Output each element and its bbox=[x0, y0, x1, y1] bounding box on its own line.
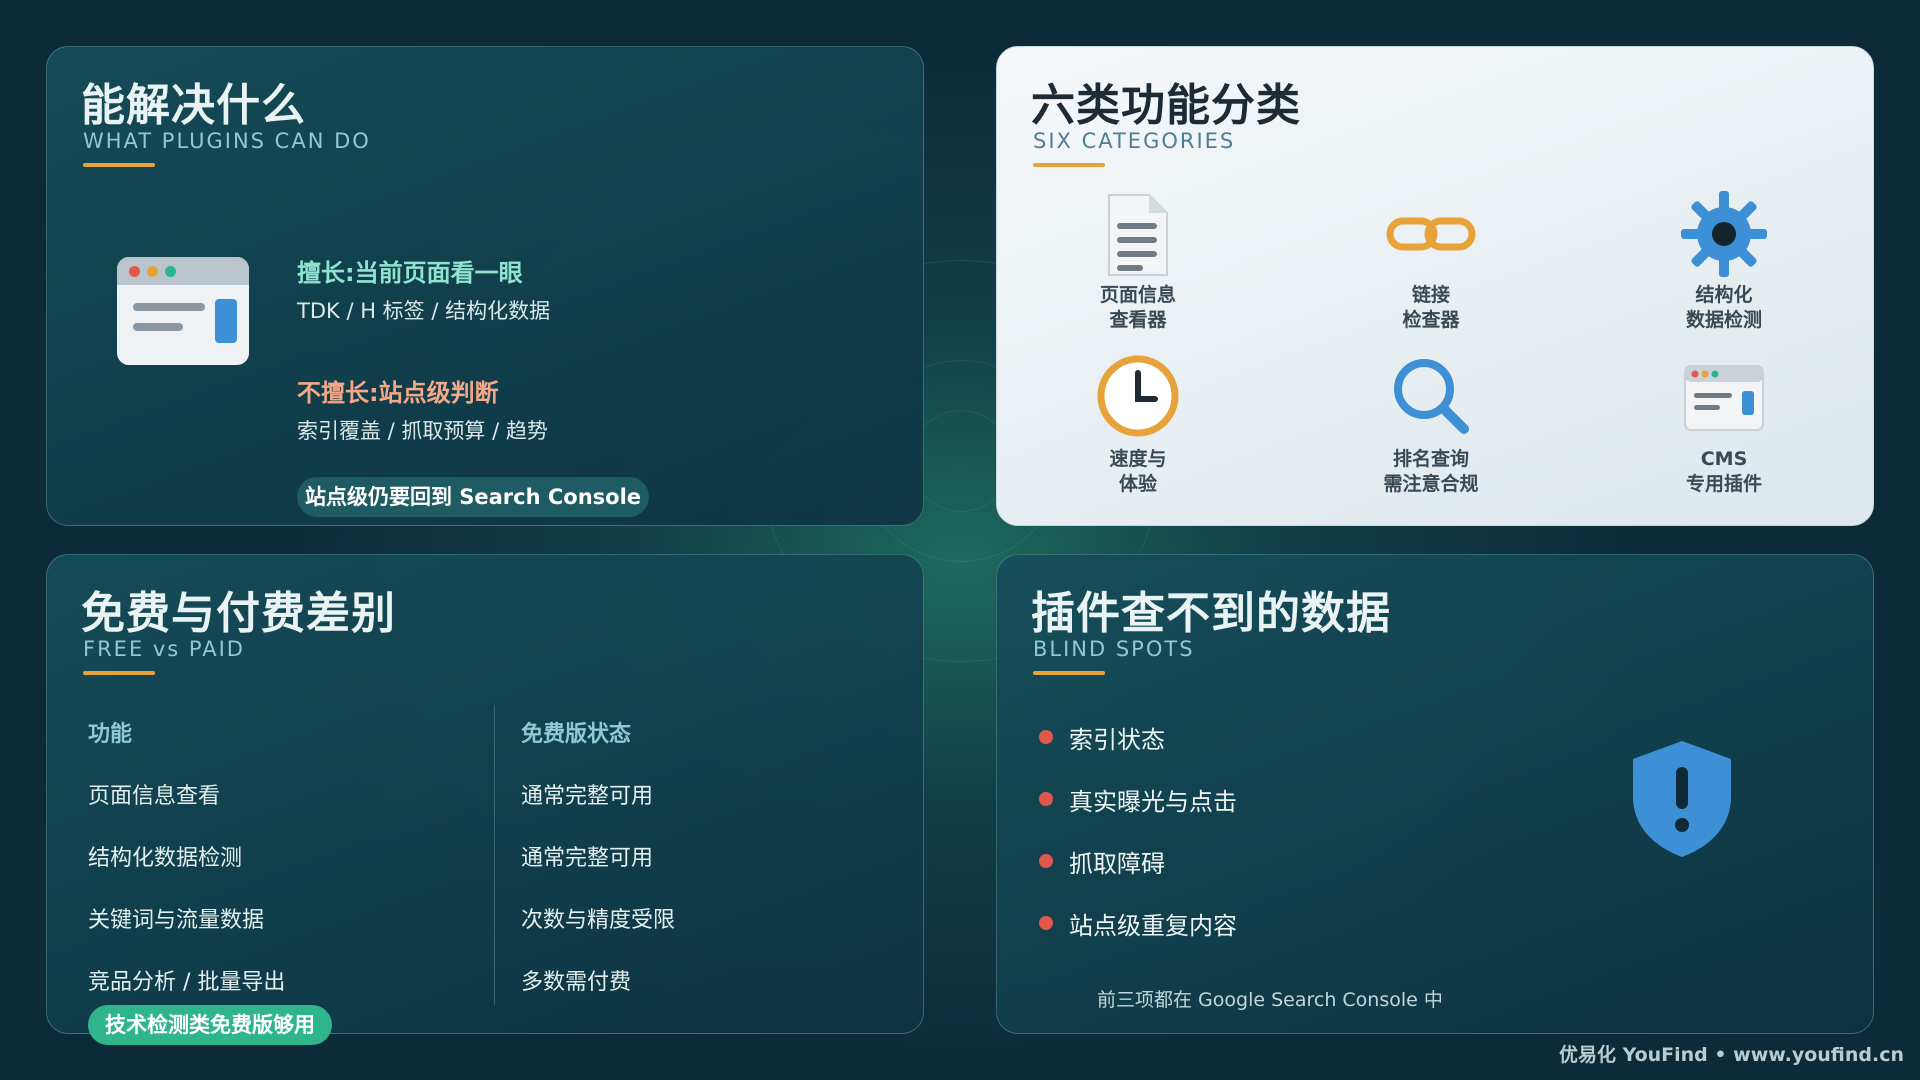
table-cell-status: 通常完整可用 bbox=[521, 784, 654, 809]
search-console-pill: 站点级仍要回到 Search Console bbox=[297, 477, 649, 517]
category-label: 需注意合规 bbox=[1383, 473, 1479, 495]
category-label: 链接 bbox=[1411, 284, 1450, 306]
category-label: 排名查询 bbox=[1392, 448, 1469, 470]
blind-spot-item: 抓取障碍 bbox=[1039, 844, 1165, 879]
table-cell-feature: 竞品分析 / 批量导出 bbox=[88, 970, 286, 995]
panel-what-plugins-can-do: 能解决什么 WHAT PLUGINS CAN DO 擅长:当前页面看一眼 TDK… bbox=[46, 46, 924, 526]
search-icon bbox=[1394, 359, 1469, 434]
weakness-detail: 索引覆盖 / 抓取预算 / 趋势 bbox=[297, 419, 548, 443]
category-label: 页面信息 bbox=[1099, 284, 1176, 306]
category-label: 数据检测 bbox=[1685, 309, 1762, 331]
category-label: 速度与 bbox=[1109, 448, 1167, 470]
category-cms-plugins: CMS 专用插件 bbox=[1629, 351, 1819, 497]
bullet-dot bbox=[1039, 792, 1053, 806]
category-label: 查看器 bbox=[1109, 309, 1167, 331]
link-icon bbox=[1386, 217, 1476, 251]
title-underline bbox=[83, 671, 155, 675]
blind-spot-note: 前三项都在 Google Search Console 中 bbox=[1097, 989, 1443, 1011]
category-label: CMS bbox=[1700, 448, 1748, 470]
panel-subtitle: FREE vs PAID bbox=[83, 637, 245, 661]
category-speed-experience: 速度与 体验 bbox=[1043, 351, 1233, 497]
footer-brand: 优易化 YouFind • www.youfind.cn bbox=[1558, 1044, 1904, 1066]
bullet-dot bbox=[1039, 854, 1053, 868]
title-underline bbox=[83, 163, 155, 167]
weakness-heading: 不擅长:站点级判断 bbox=[297, 379, 499, 407]
table-cell-status: 通常完整可用 bbox=[521, 846, 654, 871]
table-cell-feature: 页面信息查看 bbox=[88, 784, 221, 809]
bullet-dot bbox=[1039, 916, 1053, 930]
category-label: 体验 bbox=[1118, 473, 1157, 495]
table-cell-status: 多数需付费 bbox=[521, 970, 632, 995]
table-divider bbox=[494, 705, 495, 1005]
strength-heading: 擅长:当前页面看一眼 bbox=[297, 259, 523, 287]
category-label: 检查器 bbox=[1402, 309, 1460, 331]
panel-subtitle: WHAT PLUGINS CAN DO bbox=[83, 129, 371, 153]
title-underline bbox=[1033, 163, 1105, 167]
panel-title: 插件查不到的数据 bbox=[1031, 588, 1391, 639]
shield-alert-icon bbox=[1633, 741, 1731, 857]
category-structured-data: 结构化 数据检测 bbox=[1629, 187, 1819, 333]
strength-detail: TDK / H 标签 / 结构化数据 bbox=[297, 299, 551, 323]
category-page-info-viewer: 页面信息 查看器 bbox=[1043, 187, 1233, 333]
title-underline bbox=[1033, 671, 1105, 675]
bullet-dot bbox=[1039, 730, 1053, 744]
panel-subtitle: SIX CATEGORIES bbox=[1033, 129, 1236, 153]
category-rank-query: 排名查询 需注意合规 bbox=[1336, 351, 1526, 497]
table-cell-status: 次数与精度受限 bbox=[521, 908, 676, 933]
category-label: 专用插件 bbox=[1685, 473, 1762, 495]
table-header-free-status: 免费版状态 bbox=[521, 722, 632, 747]
clock-icon bbox=[1097, 355, 1179, 437]
category-link-checker: 链接 检查器 bbox=[1336, 187, 1526, 333]
free-tier-badge: 技术检测类免费版够用 bbox=[88, 1005, 332, 1045]
table-cell-feature: 关键词与流量数据 bbox=[88, 908, 265, 933]
panel-six-categories: 六类功能分类 SIX CATEGORIES 页面信息 查看器 链接 检查器 结构… bbox=[996, 46, 1874, 526]
blind-spot-item: 真实曝光与点击 bbox=[1039, 782, 1237, 817]
document-icon bbox=[1108, 194, 1168, 276]
gear-icon bbox=[1681, 191, 1767, 277]
panel-title: 六类功能分类 bbox=[1031, 80, 1301, 131]
table-cell-feature: 结构化数据检测 bbox=[88, 846, 243, 871]
category-label: 结构化 bbox=[1695, 284, 1753, 306]
browser-window-icon bbox=[117, 257, 249, 365]
browser-window-icon bbox=[1684, 365, 1764, 431]
panel-subtitle: BLIND SPOTS bbox=[1033, 637, 1195, 661]
panel-title: 能解决什么 bbox=[81, 80, 306, 131]
blind-spot-item: 索引状态 bbox=[1039, 720, 1165, 755]
panel-blind-spots: 插件查不到的数据 BLIND SPOTS 索引状态 真实曝光与点击 抓取障碍 站… bbox=[996, 554, 1874, 1034]
table-header-feature: 功能 bbox=[88, 722, 133, 747]
blind-spot-item: 站点级重复内容 bbox=[1039, 906, 1237, 941]
panel-title: 免费与付费差别 bbox=[81, 588, 396, 639]
